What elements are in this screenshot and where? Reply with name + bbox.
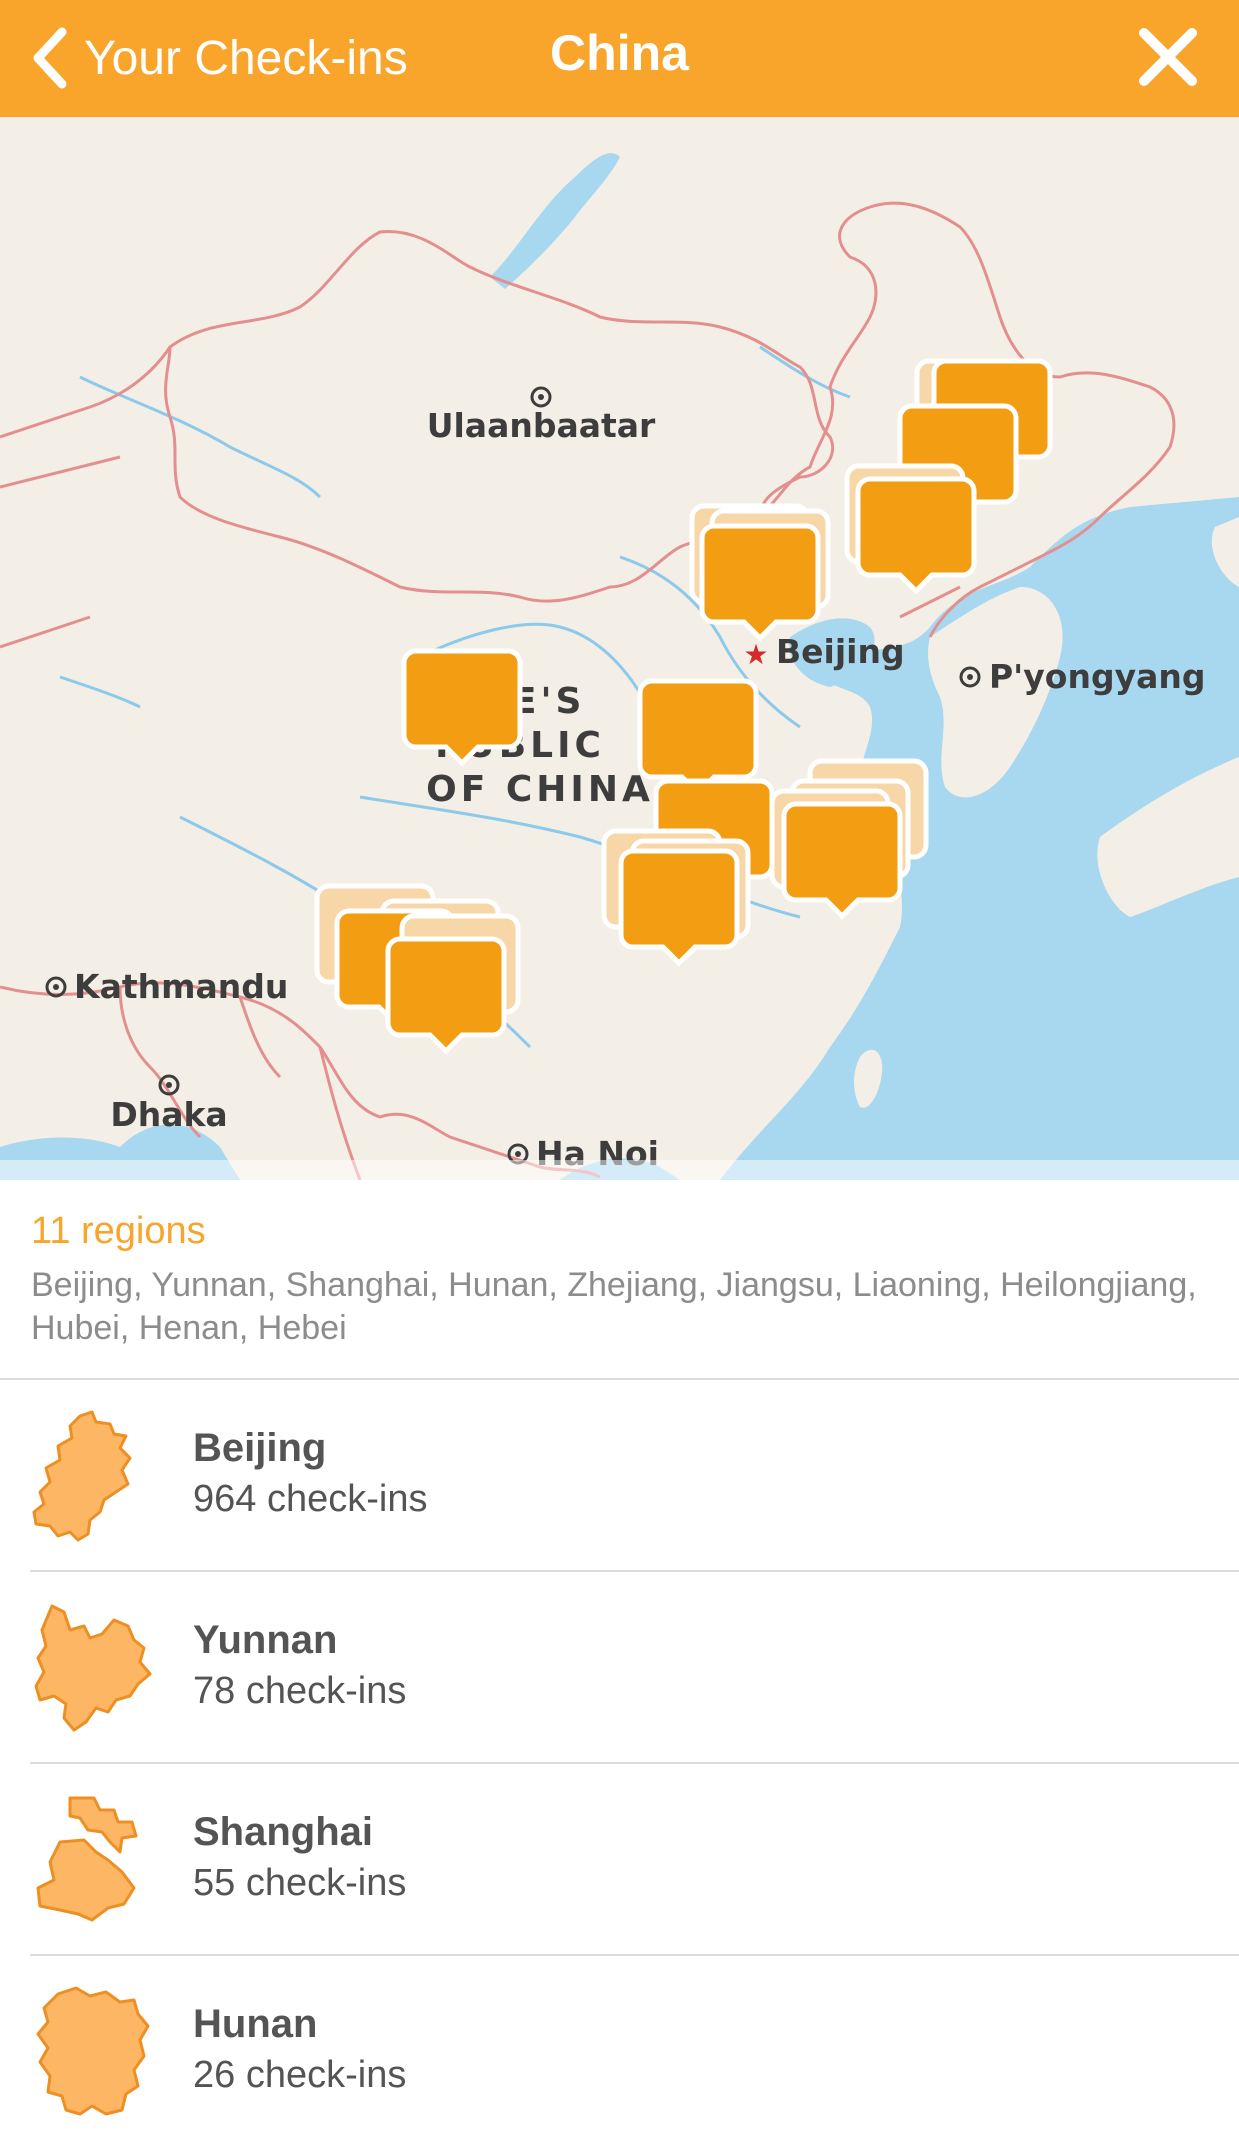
city-pyongyang: P'yongyang (959, 657, 1205, 696)
region-name: Hunan (193, 2002, 318, 2046)
regions-list-text: Beijing, Yunnan, Shanghai, Hunan, Zhejia… (31, 1266, 1197, 1347)
marker-beijing[interactable] (692, 506, 828, 638)
region-name: Beijing (193, 1426, 327, 1470)
region-checkins: 78 check-ins (193, 1670, 407, 1712)
kathmandu-label: Kathmandu (74, 967, 288, 1006)
region-row-beijing[interactable]: Beijing 964 check-ins (0, 1380, 1239, 1572)
marker-henan[interactable] (640, 681, 756, 793)
marker-liaoning[interactable] (847, 466, 974, 591)
city-kathmandu: Kathmandu (45, 967, 288, 1006)
hunan-region-icon (36, 1986, 150, 2116)
shanghai-region-icon (36, 1796, 138, 1922)
region-row-shanghai[interactable]: Shanghai 55 check-ins (0, 1764, 1239, 1956)
region-name: Yunnan (193, 1618, 338, 1662)
dhaka-label: Dhaka (110, 1095, 227, 1134)
marker-shaanxi[interactable] (404, 651, 520, 763)
regions-summary: 11 regions Beijing, Yunnan, Shanghai, Hu… (0, 1180, 1239, 1380)
region-checkins: 26 check-ins (193, 2054, 407, 2096)
ulaanbaatar-label: Ulaanbaatar (427, 406, 656, 445)
region-checkins: 55 check-ins (193, 1862, 407, 1904)
beijing-label: Beijing (776, 632, 905, 671)
region-checkins: 964 check-ins (193, 1478, 428, 1520)
page-title: China (550, 25, 689, 81)
country-label-line3: OF CHINA (426, 769, 654, 810)
checkin-map[interactable]: Ulaanbaatar ★ Beijing P'yongyang PLE'S P… (0, 117, 1239, 1180)
region-row-hunan[interactable]: Hunan 26 check-ins (0, 1956, 1239, 2148)
regions-count: 11 regions (31, 1210, 206, 1252)
region-name: Shanghai (193, 1810, 374, 1854)
yunnan-region-icon (34, 1604, 152, 1732)
marker-hunan[interactable] (604, 831, 748, 963)
pyongyang-label: P'yongyang (989, 657, 1205, 696)
top-bar: Your Check-ins China (0, 0, 1239, 117)
region-row-yunnan[interactable]: Yunnan 78 check-ins (0, 1572, 1239, 1764)
close-icon[interactable] (1135, 24, 1201, 90)
beijing-region-icon (32, 1410, 132, 1542)
svg-text:★: ★ (743, 639, 768, 670)
